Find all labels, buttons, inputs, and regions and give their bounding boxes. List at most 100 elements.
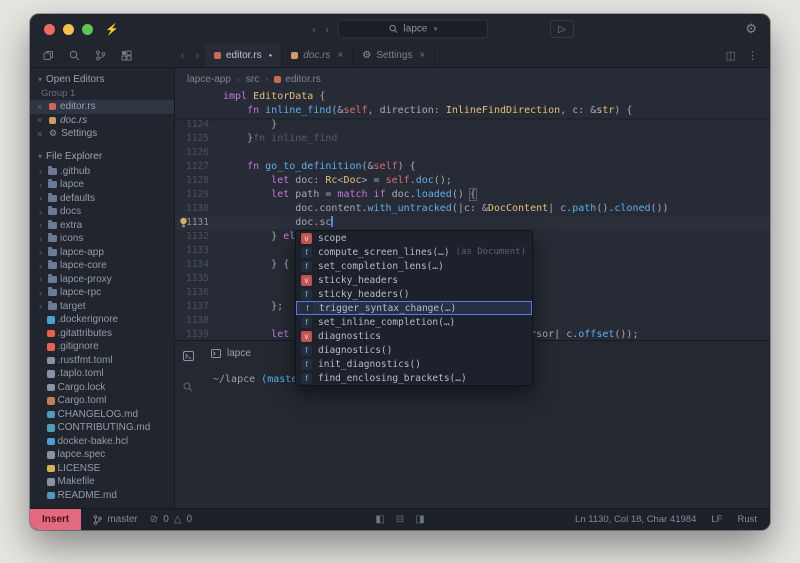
tree-item-defaults[interactable]: › defaults (30, 192, 174, 206)
tree-item-.taplo.toml[interactable]: .taplo.toml (30, 367, 174, 381)
completion-item[interactable]: f find_enclosing_brackets(…) (296, 371, 532, 385)
tree-item-docs[interactable]: › docs (30, 205, 174, 219)
run-button[interactable]: ▷ (550, 20, 574, 38)
language-mode[interactable]: Rust (737, 514, 757, 525)
tree-item-lapce-app[interactable]: › lapce-app (30, 246, 174, 260)
tabs-back-button[interactable]: ‹ (175, 44, 190, 67)
completion-item[interactable]: v sticky_headers (296, 273, 532, 287)
function-kind-icon: f (301, 344, 312, 356)
folder-icon (48, 300, 57, 310)
open-editor-doc.rs[interactable]: × doc.rs (30, 114, 174, 128)
terminal-panel-icon[interactable] (182, 348, 194, 366)
tree-item-target[interactable]: › target (30, 300, 174, 314)
warning-icon: △ (173, 514, 182, 525)
close-icon[interactable]: × (37, 129, 45, 139)
close-icon[interactable]: × (419, 50, 425, 61)
tree-item-label: docs (60, 206, 82, 218)
open-editor-label: Settings (61, 128, 98, 140)
tree-item-CONTRIBUTING.md[interactable]: CONTRIBUTING.md (30, 421, 174, 435)
palette-value: lapce (403, 23, 428, 35)
traffic-light[interactable] (82, 23, 93, 35)
nav-back-button[interactable]: ‹ (312, 23, 316, 35)
tree-item-.dockerignore[interactable]: .dockerignore (30, 313, 174, 327)
toggle-right-panel-icon[interactable]: ◨ (415, 514, 424, 525)
tree-item-README.md[interactable]: README.md (30, 489, 174, 503)
source-control-icon[interactable] (95, 50, 106, 61)
breadcrumb-item[interactable]: lapce-app (187, 74, 231, 85)
tree-item-.gitattributes[interactable]: .gitattributes (30, 327, 174, 341)
traffic-light[interactable] (63, 23, 74, 35)
tree-item-extra[interactable]: › extra (30, 219, 174, 233)
cursor-position[interactable]: Ln 1130, Col 18, Char 41984 (575, 514, 696, 525)
more-actions-icon[interactable]: ⋮ (747, 49, 758, 62)
tree-item-lapce-proxy[interactable]: › lapce-proxy (30, 273, 174, 287)
settings-button[interactable]: ⚙ (745, 21, 757, 37)
completion-item[interactable]: f sticky_headers() (296, 287, 532, 301)
open-editors-header[interactable]: ▾ Open Editors (30, 71, 174, 87)
sticky-line: impl EditorData { (175, 90, 770, 104)
completion-item[interactable]: f set_inline_completion(…) (296, 315, 532, 329)
tree-item-lapce.spec[interactable]: lapce.spec (30, 448, 174, 462)
tree-item-Cargo.lock[interactable]: Cargo.lock (30, 381, 174, 395)
tree-item-lapce-rpc[interactable]: › lapce-rpc (30, 286, 174, 300)
remote-connection-icon[interactable]: ⚡ (105, 23, 119, 36)
tree-item-icons[interactable]: › icons (30, 232, 174, 246)
problems-indicator[interactable]: ⊘ 0 △ 0 (150, 514, 192, 525)
tabs-forward-button[interactable]: › (190, 44, 205, 67)
completion-item[interactable]: f trigger_syntax_change(…) (296, 301, 532, 315)
completion-item[interactable]: f compute_screen_lines(…) (as Document) (296, 245, 532, 259)
tree-item-lapce-core[interactable]: › lapce-core (30, 259, 174, 273)
tree-item-.github[interactable]: › .github (30, 165, 174, 179)
branch-indicator[interactable]: master (93, 514, 138, 525)
completion-item[interactable]: v diagnostics (296, 329, 532, 343)
code-text: doc.sc (223, 216, 334, 228)
open-editor-label: doc.rs (60, 114, 88, 126)
terminal-output[interactable]: ~/lapce (master) (201, 365, 770, 508)
tab-editor.rs[interactable]: editor.rs ● (205, 44, 283, 67)
explorer-icon[interactable] (43, 50, 54, 61)
tree-item-.gitignore[interactable]: .gitignore (30, 340, 174, 354)
breadcrumb-item[interactable]: editor.rs (274, 74, 321, 85)
tree-item-docker-bake.hcl[interactable]: docker-bake.hcl (30, 435, 174, 449)
tree-item-Cargo.toml[interactable]: Cargo.toml (30, 394, 174, 408)
open-editor-Settings[interactable]: × ⚙ Settings (30, 127, 174, 141)
line-ending[interactable]: LF (711, 514, 722, 525)
command-palette[interactable]: lapce ▾ (338, 19, 488, 39)
nav-forward-button[interactable]: › (325, 23, 329, 35)
open-editor-editor.rs[interactable]: × editor.rs (30, 100, 174, 114)
line-number: 1138 (186, 315, 209, 326)
code-text: let path = match if doc.loaded() { (271, 188, 477, 201)
plugins-icon[interactable] (121, 50, 132, 61)
completion-item[interactable]: f set_completion_lens(…) (296, 259, 532, 273)
completion-item[interactable]: f diagnostics() (296, 343, 532, 357)
tree-item-lapce[interactable]: › lapce (30, 178, 174, 192)
close-icon[interactable]: × (337, 50, 343, 61)
completion-item[interactable]: f init_diagnostics() (296, 357, 532, 371)
tab-Settings[interactable]: ⚙ Settings × (353, 44, 436, 67)
file-icon (47, 437, 55, 445)
traffic-light[interactable] (44, 23, 55, 35)
file-explorer-header[interactable]: ▾ File Explorer (30, 149, 174, 165)
close-icon[interactable]: × (37, 115, 45, 125)
breadcrumb-label: src (245, 73, 260, 85)
tree-item-CHANGELOG.md[interactable]: CHANGELOG.md (30, 408, 174, 422)
completion-label: scope (318, 232, 347, 244)
tree-item-.rustfmt.toml[interactable]: .rustfmt.toml (30, 354, 174, 368)
toggle-bottom-panel-icon[interactable]: ⊟ (396, 514, 404, 525)
mode-indicator[interactable]: Insert (30, 509, 82, 530)
tree-item-Makefile[interactable]: Makefile (30, 475, 174, 489)
tree-item-LICENSE[interactable]: LICENSE (30, 462, 174, 476)
window-controls (44, 23, 93, 35)
split-editor-icon[interactable]: ◫ (726, 49, 736, 62)
close-icon[interactable]: × (37, 102, 45, 112)
line-number: 1131 (175, 216, 223, 230)
completion-item[interactable]: v scope (296, 231, 532, 245)
breadcrumb-item[interactable]: src (246, 74, 259, 85)
tab-doc.rs[interactable]: doc.rs × (282, 44, 354, 67)
toggle-left-panel-icon[interactable]: ◧ (375, 514, 384, 525)
terminal-tab[interactable]: lapce (201, 341, 261, 365)
search-results-panel-icon[interactable] (183, 379, 193, 397)
search-panel-icon[interactable] (69, 50, 80, 61)
completion-label: sticky_headers() (318, 288, 410, 300)
line-number: 1134 (186, 259, 209, 270)
